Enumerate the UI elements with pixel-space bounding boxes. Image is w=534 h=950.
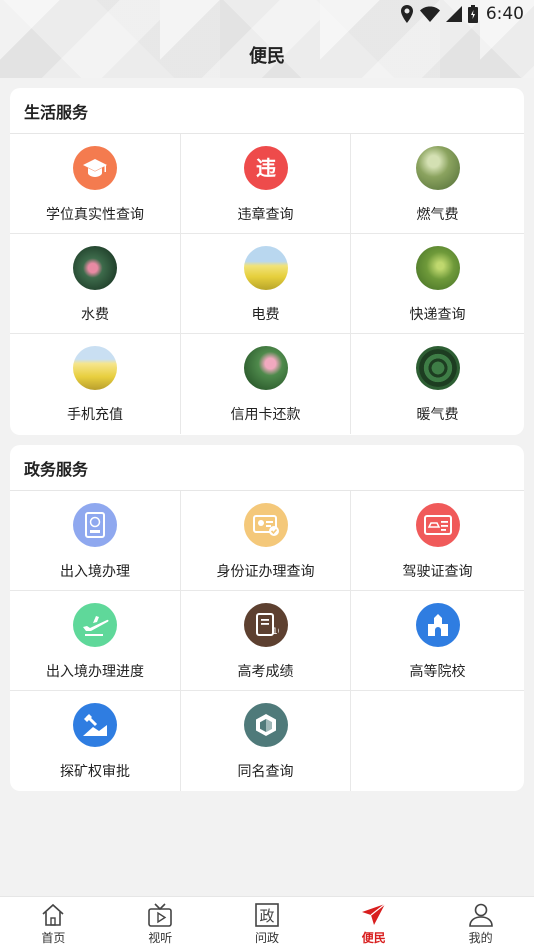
airplane-icon — [73, 603, 117, 647]
service-label: 高考成绩 — [237, 664, 294, 680]
service-label: 驾驶证查询 — [402, 564, 473, 580]
gov-services-card: 政务服务 出入境办理 身份证办理查询 驾驶证查询 出入境办理进度 1 高考成绩 … — [10, 445, 524, 791]
service-item-exit-entry[interactable]: 出入境办理 — [10, 491, 181, 591]
service-item-degree-verification[interactable]: 学位真实性查询 — [10, 134, 181, 234]
service-label: 出入境办理进度 — [46, 664, 144, 680]
tab-label: 问政 — [254, 931, 279, 945]
tab-label: 视听 — [148, 931, 173, 945]
express-photo-icon — [415, 246, 460, 290]
svg-text:违: 违 — [256, 156, 276, 180]
service-item-water-fee[interactable]: 水费 — [10, 234, 181, 334]
paper-plane-icon — [361, 903, 386, 925]
mining-icon — [73, 703, 117, 747]
gas-photo-icon — [415, 146, 460, 190]
service-label: 信用卡还款 — [230, 407, 301, 423]
violation-icon: 违 — [243, 146, 288, 190]
service-item-traffic-violation[interactable]: 违 违章查询 — [181, 134, 351, 234]
heating-photo-icon — [415, 346, 460, 390]
svg-text:100: 100 — [272, 627, 279, 637]
service-label: 出入境办理 — [60, 564, 130, 580]
empty-cell — [351, 691, 524, 791]
electricity-photo-icon — [243, 246, 288, 290]
svg-text:政: 政 — [259, 907, 274, 925]
same-name-icon — [243, 703, 288, 747]
tab-label: 便民 — [361, 931, 386, 945]
service-item-same-name[interactable]: 同名查询 — [181, 691, 351, 791]
service-item-phone-topup[interactable]: 手机充值 — [10, 334, 181, 434]
page-title: 便民 — [249, 46, 285, 67]
service-item-electricity-fee[interactable]: 电费 — [181, 234, 351, 334]
graduation-cap-icon — [73, 146, 117, 190]
water-photo-icon — [73, 246, 117, 290]
phone-topup-photo-icon — [73, 346, 117, 390]
service-label: 身份证办理查询 — [216, 564, 315, 580]
service-label: 燃气费 — [416, 207, 459, 223]
service-label: 高等院校 — [409, 664, 466, 680]
service-item-mining-approval[interactable]: 探矿权审批 — [10, 691, 181, 791]
tab-label: 我的 — [468, 931, 493, 945]
service-item-university[interactable]: 高等院校 — [351, 591, 524, 691]
tab-label: 首页 — [41, 931, 66, 945]
tab-ask-gov[interactable]: 政 问政 — [214, 897, 321, 950]
tab-mine[interactable]: 我的 — [427, 897, 534, 950]
university-icon — [415, 603, 460, 647]
service-item-express-query[interactable]: 快递查询 — [351, 234, 524, 334]
tab-video[interactable]: 视听 — [107, 897, 214, 950]
status-bar: 6:40 — [400, 3, 524, 25]
location-icon — [400, 5, 413, 23]
service-label: 快递查询 — [409, 307, 466, 323]
service-item-id-card[interactable]: 身份证办理查询 — [181, 491, 351, 591]
service-item-exit-entry-progress[interactable]: 出入境办理进度 — [10, 591, 181, 691]
bottom-tab-bar: 首页 视听 政 问政 便民 我的 — [0, 896, 534, 950]
tab-home[interactable]: 首页 — [0, 897, 107, 950]
service-item-heating-fee[interactable]: 暖气费 — [351, 334, 524, 434]
tab-convenience[interactable]: 便民 — [320, 897, 427, 950]
tv-icon — [148, 903, 172, 927]
service-item-gas-fee[interactable]: 燃气费 — [351, 134, 524, 234]
driver-license-icon — [415, 503, 460, 547]
service-label: 手机充值 — [67, 407, 123, 423]
home-icon — [42, 903, 64, 926]
user-icon — [468, 903, 493, 927]
section-title: 生活服务 — [10, 88, 524, 134]
life-services-card: 生活服务 学位真实性查询 违 违章查询 燃气费 水费 电费 快递查询 手机充值 … — [10, 88, 524, 435]
service-item-credit-card[interactable]: 信用卡还款 — [181, 334, 351, 434]
service-label: 暖气费 — [416, 407, 459, 423]
service-label: 学位真实性查询 — [46, 207, 144, 223]
service-label: 同名查询 — [237, 764, 294, 780]
battery-icon — [467, 5, 478, 23]
passport-icon — [73, 503, 117, 547]
wifi-icon — [419, 6, 440, 22]
status-time: 6:40 — [485, 4, 524, 24]
signal-icon — [445, 6, 462, 22]
credit-card-photo-icon — [243, 346, 288, 390]
service-label: 水费 — [81, 307, 109, 323]
service-label: 违章查询 — [237, 207, 294, 223]
service-item-driver-license[interactable]: 驾驶证查询 — [351, 491, 524, 591]
id-card-icon — [243, 503, 288, 547]
section-title: 政务服务 — [10, 445, 524, 491]
service-item-exam-score[interactable]: 100 高考成绩 — [181, 591, 351, 691]
service-label: 电费 — [251, 307, 280, 323]
header: 6:40 便民 — [0, 0, 534, 78]
gov-icon: 政 — [255, 903, 279, 927]
service-label: 探矿权审批 — [60, 764, 130, 780]
exam-score-icon: 100 — [243, 603, 288, 647]
